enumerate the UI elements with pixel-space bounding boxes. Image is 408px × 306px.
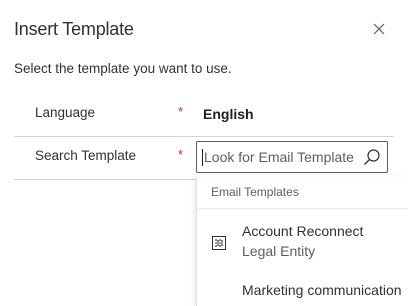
language-label: Language (35, 105, 96, 120)
dialog-instruction: Select the template you want to use. (14, 61, 232, 76)
template-item-title: Marketing communication (242, 282, 402, 298)
required-indicator: * (178, 147, 184, 162)
language-field-row: Language * English (14, 93, 394, 137)
template-dropdown: Email Templates Account Reconnect Legal … (196, 177, 408, 306)
text-caret (202, 149, 203, 166)
template-item-subtitle: Legal Entity (242, 243, 316, 259)
template-item-marketing-communication[interactable]: Marketing communication (197, 275, 408, 306)
search-template-input[interactable] (204, 143, 356, 171)
divider (197, 208, 408, 209)
language-value[interactable]: English (203, 106, 254, 122)
close-button[interactable] (370, 20, 388, 38)
template-item-title: Account Reconnect (242, 223, 364, 239)
required-indicator: * (178, 104, 184, 119)
search-button[interactable] (362, 147, 382, 167)
template-icon (212, 236, 226, 250)
search-icon (364, 149, 380, 165)
search-template-box (196, 141, 388, 173)
close-icon (373, 23, 385, 35)
template-item-account-reconnect[interactable]: Account Reconnect Legal Entity (197, 217, 408, 267)
dialog-title: Insert Template (14, 19, 134, 39)
dropdown-header: Email Templates (211, 185, 299, 199)
search-template-label: Search Template (35, 148, 137, 163)
